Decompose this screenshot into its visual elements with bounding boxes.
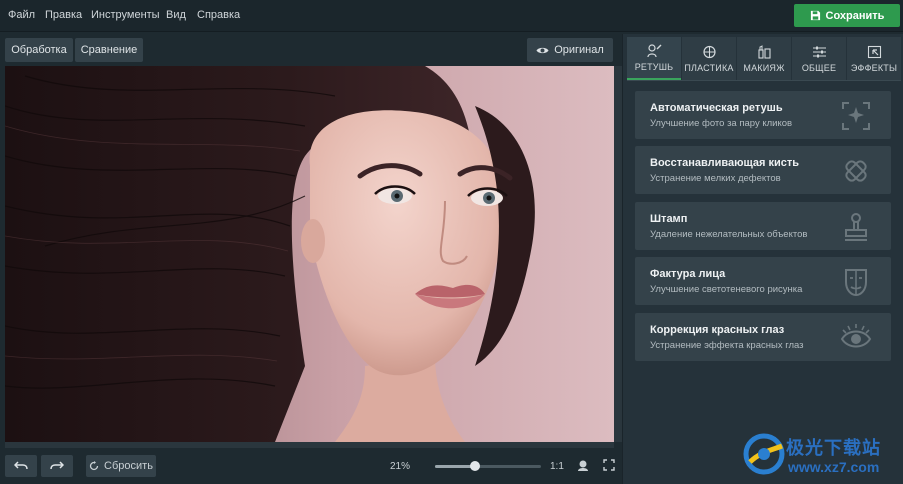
tab-effects[interactable]: ЭФФЕКТЫ	[847, 37, 901, 80]
tool-title: Штамп	[650, 213, 688, 225]
menu-view[interactable]: Вид	[166, 9, 186, 21]
red-eye-icon	[840, 324, 872, 348]
processing-label: Обработка	[11, 44, 67, 56]
tool-description: Улучшение фото за пару кликов	[650, 118, 793, 129]
zoom-level: 21%	[390, 461, 411, 472]
reset-icon	[89, 461, 99, 471]
tool-face-texture[interactable]: Фактура лица Улучшение светотеневого рис…	[635, 257, 891, 305]
tab-divider	[627, 80, 901, 81]
tool-description: Устранение мелких дефектов	[650, 173, 781, 184]
tab-general[interactable]: ОБЩЕЕ	[792, 37, 846, 80]
redo-button[interactable]	[41, 455, 73, 477]
healing-brush-icon	[845, 160, 867, 182]
compare-label: Сравнение	[80, 44, 138, 56]
tab-plastic-label: ПЛАСТИКА	[684, 62, 734, 73]
floppy-disk-icon	[810, 10, 820, 21]
tool-description: Устранение эффекта красных глаз	[650, 340, 804, 351]
tool-red-eye[interactable]: Коррекция красных глаз Устранение эффект…	[635, 313, 891, 361]
original-label: Оригинал	[554, 44, 604, 56]
undo-button[interactable]	[5, 455, 37, 477]
watermark-brand: 极光下载站	[786, 438, 881, 459]
tab-effects-label: ЭФФЕКТЫ	[850, 62, 898, 73]
zoom-slider[interactable]	[435, 461, 541, 471]
zoom-slider-fill	[435, 465, 476, 468]
photo-canvas[interactable]	[5, 66, 614, 442]
makeup-icon	[757, 44, 771, 59]
menu-bar: Файл Правка Инструменты Вид Справка Сохр…	[0, 0, 903, 32]
tab-retouch-label: РЕТУШЬ	[634, 61, 674, 72]
fullscreen-icon[interactable]	[603, 459, 615, 471]
tool-title: Восстанавливающая кисть	[650, 157, 800, 169]
actual-size-button[interactable]: 1:1	[550, 461, 564, 472]
menu-tools[interactable]: Инструменты	[91, 9, 160, 21]
tool-healing-brush[interactable]: Восстанавливающая кисть Устранение мелки…	[635, 146, 891, 194]
tab-makeup-label: МАКИЯЖ	[743, 62, 785, 73]
save-button-label: Сохранить	[825, 9, 885, 22]
original-button[interactable]: Оригинал	[527, 38, 613, 62]
tool-description: Улучшение светотеневого рисунка	[650, 284, 803, 295]
menu-file[interactable]: Файл	[8, 9, 35, 21]
tab-makeup[interactable]: МАКИЯЖ	[737, 37, 791, 80]
stamp-icon	[845, 213, 867, 241]
watermark-url: www.xz7.com	[788, 459, 880, 475]
redo-icon	[50, 461, 64, 470]
menu-help[interactable]: Справка	[197, 9, 240, 21]
watermark-logo-icon	[743, 433, 785, 475]
site-watermark: 极光下载站 www.xz7.com	[742, 430, 902, 480]
zoom-slider-thumb[interactable]	[470, 461, 481, 471]
horizontal-scrollbar[interactable]	[5, 442, 614, 448]
processing-button[interactable]: Обработка	[5, 38, 73, 62]
tools-panel: РЕТУШЬ ПЛАСТИКА МАКИЯЖ ОБЩЕЕ ЭФФЕКТЫ Авт…	[622, 34, 903, 484]
tool-tabs: РЕТУШЬ ПЛАСТИКА МАКИЯЖ ОБЩЕЕ ЭФФЕКТЫ	[627, 37, 901, 80]
tool-auto-retouch[interactable]: Автоматическая ретушь Улучшение фото за …	[635, 91, 891, 139]
save-button[interactable]: Сохранить	[794, 4, 900, 27]
menu-edit[interactable]: Правка	[45, 9, 82, 21]
portrait-photo	[5, 66, 614, 442]
sliders-icon	[812, 46, 826, 57]
tab-retouch[interactable]: РЕТУШЬ	[627, 37, 681, 80]
reset-button[interactable]: Сбросить	[86, 455, 156, 477]
retouch-icon	[646, 43, 661, 57]
face-texture-icon	[845, 269, 867, 297]
compare-button[interactable]: Сравнение	[75, 38, 143, 62]
tool-title: Коррекция красных глаз	[650, 324, 785, 336]
auto-retouch-icon	[842, 102, 870, 130]
vertical-scrollbar[interactable]	[614, 66, 622, 442]
eye-icon	[536, 47, 549, 53]
effects-icon	[867, 45, 881, 58]
face-detect-icon[interactable]	[577, 459, 589, 471]
tab-general-label: ОБЩЕЕ	[801, 62, 837, 73]
undo-icon	[14, 461, 28, 470]
tab-plastic[interactable]: ПЛАСТИКА	[682, 37, 736, 80]
reset-label: Сбросить	[104, 460, 153, 472]
tool-title: Фактура лица	[650, 268, 726, 280]
plastic-icon	[702, 45, 716, 58]
tool-stamp[interactable]: Штамп Удаление нежелательных объектов	[635, 202, 891, 250]
tool-title: Автоматическая ретушь	[650, 102, 783, 114]
tool-description: Удаление нежелательных объектов	[650, 229, 808, 240]
